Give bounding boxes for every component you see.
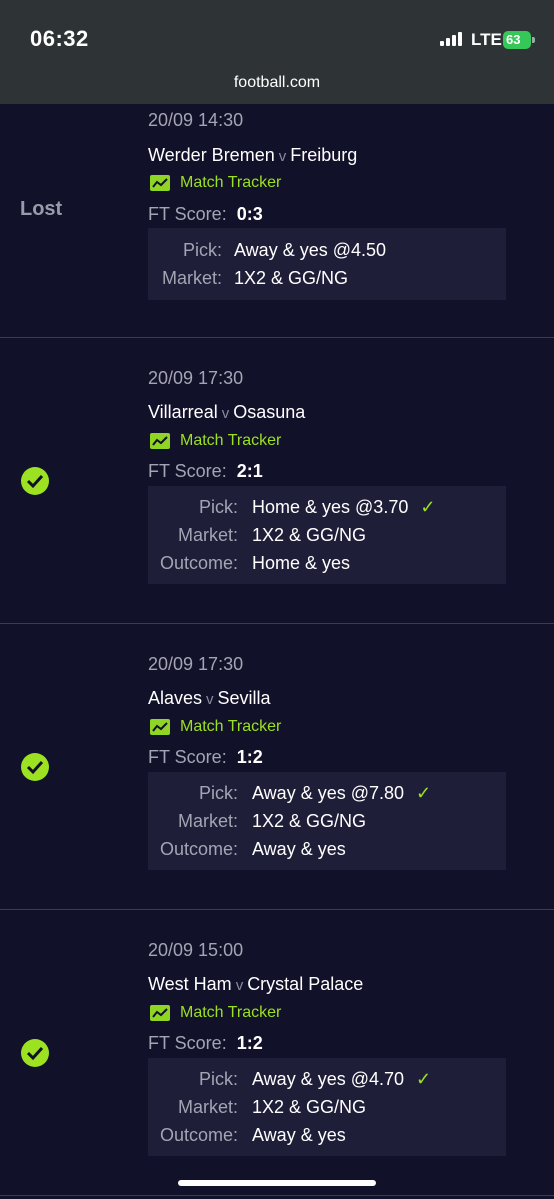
match-datetime: 20/09 14:30: [148, 110, 244, 130]
ft-score-label: FT Score:: [148, 1033, 227, 1053]
pick-text: Away & yes @4.70: [252, 1069, 405, 1089]
pick-value: Away & yes @7.80 ✓: [252, 783, 431, 804]
pick-value: Away & yes @4.50: [234, 240, 387, 260]
chart-trend-icon: [150, 433, 170, 449]
ft-score: FT Score: 1:2: [148, 1033, 263, 1054]
pick-details: Pick: Away & yes @4.70 ✓ Market: 1X2 & GG…: [148, 1058, 506, 1156]
ft-score: FT Score: 2:1: [148, 461, 263, 482]
match-tracker-link[interactable]: Match Tracker: [150, 1004, 281, 1022]
pick-text: Home & yes @3.70: [252, 497, 409, 517]
outcome-value: Home & yes: [252, 553, 351, 573]
bet-card[interactable]: 20/09 17:30 Alaves v Sevilla Match Tracker…: [0, 624, 554, 910]
match-tracker-label: Match Tracker: [180, 1004, 282, 1021]
outcome-label: Outcome:: [159, 1125, 238, 1145]
market-label: Market:: [177, 811, 238, 831]
match-teams: West Ham v Crystal Palace: [148, 974, 363, 995]
match-datetime: 20/09 17:30: [148, 654, 244, 674]
home-team: West Ham: [148, 974, 232, 994]
versus-label: v: [235, 977, 244, 994]
correct-pick-check-icon: ✓: [420, 497, 436, 517]
pick-details: Pick: Home & yes @3.70 ✓ Market: 1X2 & GG…: [148, 486, 506, 584]
clock: 06:32: [30, 26, 89, 51]
ft-score-value: 2:1: [236, 461, 263, 481]
home-indicator[interactable]: [178, 1180, 376, 1186]
network-type: LTE: [471, 30, 502, 49]
match-tracker-label: Match Tracker: [180, 718, 282, 735]
chart-trend-icon: [150, 1005, 170, 1021]
match-teams: Alaves v Sevilla: [148, 688, 271, 709]
market-value: 1X2 & GG/NG: [234, 268, 349, 288]
pick-label: Pick:: [198, 497, 238, 517]
versus-label: v: [221, 405, 230, 422]
ft-score-label: FT Score:: [148, 461, 227, 481]
bet-card[interactable]: 20/09 17:30 Villarreal v Osasuna Match Tra…: [0, 338, 554, 624]
ft-score: FT Score: 1:2: [148, 747, 263, 768]
match-tracker-link[interactable]: Match Tracker: [150, 718, 281, 736]
bet-card[interactable]: Lost 20/09 14:30 Werder Bremen v Freiburg …: [0, 104, 554, 338]
match-tracker-link[interactable]: Match Tracker: [150, 174, 281, 192]
pick-label: Pick:: [182, 240, 222, 260]
won-check-icon: [21, 467, 49, 495]
market-value: 1X2 & GG/NG: [252, 1097, 367, 1117]
pick-text: Away & yes @7.80: [252, 783, 405, 803]
pick-value: Home & yes @3.70 ✓: [252, 497, 435, 518]
outcome-value: Away & yes: [252, 839, 346, 859]
won-check-icon: [21, 753, 49, 781]
pick-details: Pick: Away & yes @4.50 Market: 1X2 & GG/…: [148, 228, 506, 300]
match-tracker-label: Match Tracker: [180, 432, 282, 449]
away-team: Freiburg: [290, 145, 358, 165]
market-value: 1X2 & GG/NG: [252, 811, 367, 831]
versus-label: v: [278, 148, 287, 165]
match-datetime: 20/09 15:00: [148, 940, 244, 960]
ft-score-value: 1:2: [236, 747, 263, 767]
outcome-value: Away & yes: [252, 1125, 346, 1145]
market-label: Market:: [177, 1097, 238, 1117]
home-team: Villarreal: [148, 402, 218, 422]
battery-tip: [532, 37, 535, 43]
battery-level: 63: [506, 32, 521, 47]
match-teams: Villarreal v Osasuna: [148, 402, 305, 423]
bet-card[interactable]: 20/09 15:00 West Ham v Crystal Palace Matc…: [0, 910, 554, 1196]
chart-trend-icon: [150, 719, 170, 735]
ft-score-label: FT Score:: [148, 747, 227, 767]
market-label: Market:: [177, 525, 238, 545]
home-team: Werder Bremen: [148, 145, 275, 165]
chart-trend-icon: [150, 175, 170, 191]
market-label: Market:: [161, 268, 222, 288]
ft-score: FT Score: 0:3: [148, 204, 263, 225]
pick-label: Pick:: [198, 1069, 238, 1089]
away-team: Sevilla: [217, 688, 271, 708]
correct-pick-check-icon: ✓: [416, 783, 432, 803]
ft-score-value: 1:2: [236, 1033, 263, 1053]
ft-score-value: 0:3: [236, 204, 263, 224]
signal-icon: [440, 32, 462, 46]
won-check-icon: [21, 1039, 49, 1067]
outcome-label: Outcome:: [159, 553, 238, 573]
url-bar[interactable]: football.com: [0, 74, 554, 92]
match-tracker-link[interactable]: Match Tracker: [150, 432, 281, 450]
pick-details: Pick: Away & yes @7.80 ✓ Market: 1X2 & GG…: [148, 772, 506, 870]
battery-icon: 63: [503, 31, 531, 49]
match-tracker-label: Match Tracker: [180, 174, 282, 191]
away-team: Crystal Palace: [247, 974, 364, 994]
match-datetime: 20/09 17:30: [148, 368, 244, 388]
status-bar: 06:32 LTE 63 football.com: [0, 0, 554, 104]
away-team: Osasuna: [233, 402, 306, 422]
match-teams: Werder Bremen v Freiburg: [148, 145, 357, 166]
correct-pick-check-icon: ✓: [416, 1069, 432, 1089]
versus-label: v: [206, 691, 214, 708]
outcome-label: Outcome:: [159, 839, 238, 859]
ft-score-label: FT Score:: [148, 204, 227, 224]
market-value: 1X2 & GG/NG: [252, 525, 367, 545]
pick-value: Away & yes @4.70 ✓: [252, 1069, 431, 1090]
bet-status-lost: Lost: [20, 198, 63, 220]
home-team: Alaves: [148, 688, 203, 708]
pick-label: Pick:: [198, 783, 238, 803]
